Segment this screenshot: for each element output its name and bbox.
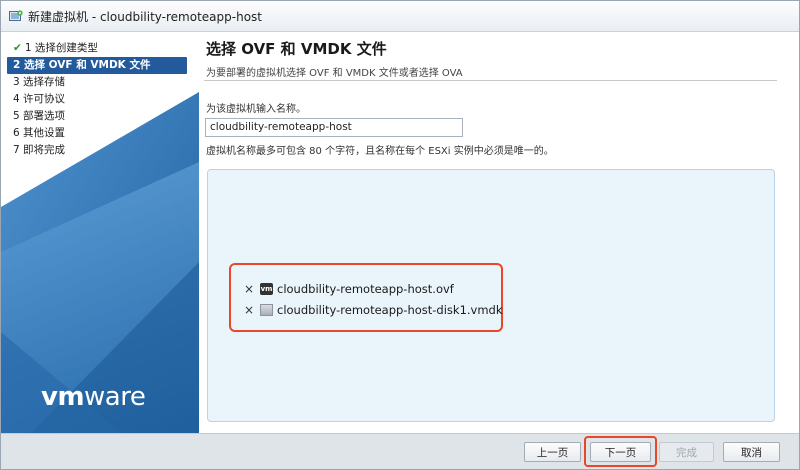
wizard-step-label: 1 选择创建类型 <box>24 42 98 54</box>
wizard-step-label: 3 选择存储 <box>13 76 66 88</box>
wizard-step-7[interactable]: 7 即将完成 <box>7 142 187 159</box>
new-vm-icon <box>9 10 23 22</box>
page-title: 选择 OVF 和 VMDK 文件 <box>206 40 387 58</box>
file-item: × cloudbility-remoteapp-host-disk1.vmdk <box>244 301 503 319</box>
wizard-content: 选择 OVF 和 VMDK 文件 为要部署的虚拟机选择 OVF 和 VMDK 文… <box>199 32 799 433</box>
wizard-sidebar: ✔ 1 选择创建类型 2 选择 OVF 和 VMDK 文件 3 选择存储 4 许可… <box>1 32 199 433</box>
new-vm-wizard-window: 新建虚拟机 - cloudbility-remoteapp-host ✔ 1 选择 <box>0 0 800 470</box>
vm-file-icon: vm <box>260 283 273 295</box>
vm-name-label: 为该虚拟机输入名称。 <box>206 104 306 115</box>
vm-name-help: 虚拟机名称最多可包含 80 个字符，且名称在每个 ESXi 实例中必须是唯一的。 <box>206 146 554 157</box>
remove-file-icon[interactable]: × <box>244 282 256 296</box>
file-item: × vm cloudbility-remoteapp-host.ovf <box>244 280 454 298</box>
file-name: cloudbility-remoteapp-host-disk1.vmdk <box>277 303 503 317</box>
wizard-step-label: 6 其他设置 <box>13 127 66 139</box>
page-subtitle: 为要部署的虚拟机选择 OVF 和 VMDK 文件或者选择 OVA <box>206 68 463 79</box>
disk-file-icon <box>260 304 273 316</box>
wizard-step-4[interactable]: 4 许可协议 <box>7 91 187 108</box>
cancel-button[interactable]: 取消 <box>723 442 780 462</box>
wizard-step-3[interactable]: 3 选择存储 <box>7 74 187 91</box>
next-button[interactable]: 下一页 <box>590 442 651 462</box>
vmware-logo-suffix: ware <box>84 382 146 412</box>
title-bar: 新建虚拟机 - cloudbility-remoteapp-host <box>1 1 799 32</box>
vmware-logo-prefix: vm <box>41 382 85 412</box>
wizard-step-label: 2 选择 OVF 和 VMDK 文件 <box>13 59 151 71</box>
wizard-step-1[interactable]: ✔ 1 选择创建类型 <box>7 40 187 57</box>
wizard-step-2[interactable]: 2 选择 OVF 和 VMDK 文件 <box>7 57 187 74</box>
finish-button[interactable]: 完成 <box>659 442 714 462</box>
remove-file-icon[interactable]: × <box>244 303 256 317</box>
wizard-step-label: 5 部署选项 <box>13 110 66 122</box>
header-divider <box>204 80 777 81</box>
check-icon: ✔ <box>13 42 22 54</box>
file-name: cloudbility-remoteapp-host.ovf <box>277 282 454 296</box>
wizard-steps: ✔ 1 选择创建类型 2 选择 OVF 和 VMDK 文件 3 选择存储 4 许可… <box>7 40 187 159</box>
wizard-step-label: 4 许可协议 <box>13 93 66 105</box>
wizard-step-label: 7 即将完成 <box>13 144 66 156</box>
wizard-footer: 上一页 下一页 完成 取消 <box>1 433 799 469</box>
window-title: 新建虚拟机 - cloudbility-remoteapp-host <box>28 9 262 24</box>
file-drop-zone[interactable]: × vm cloudbility-remoteapp-host.ovf × cl… <box>207 169 775 422</box>
wizard-step-6[interactable]: 6 其他设置 <box>7 125 187 142</box>
vmware-logo: vmware <box>41 382 146 412</box>
back-button[interactable]: 上一页 <box>524 442 581 462</box>
vm-name-input[interactable] <box>205 118 463 137</box>
wizard-step-5[interactable]: 5 部署选项 <box>7 108 187 125</box>
